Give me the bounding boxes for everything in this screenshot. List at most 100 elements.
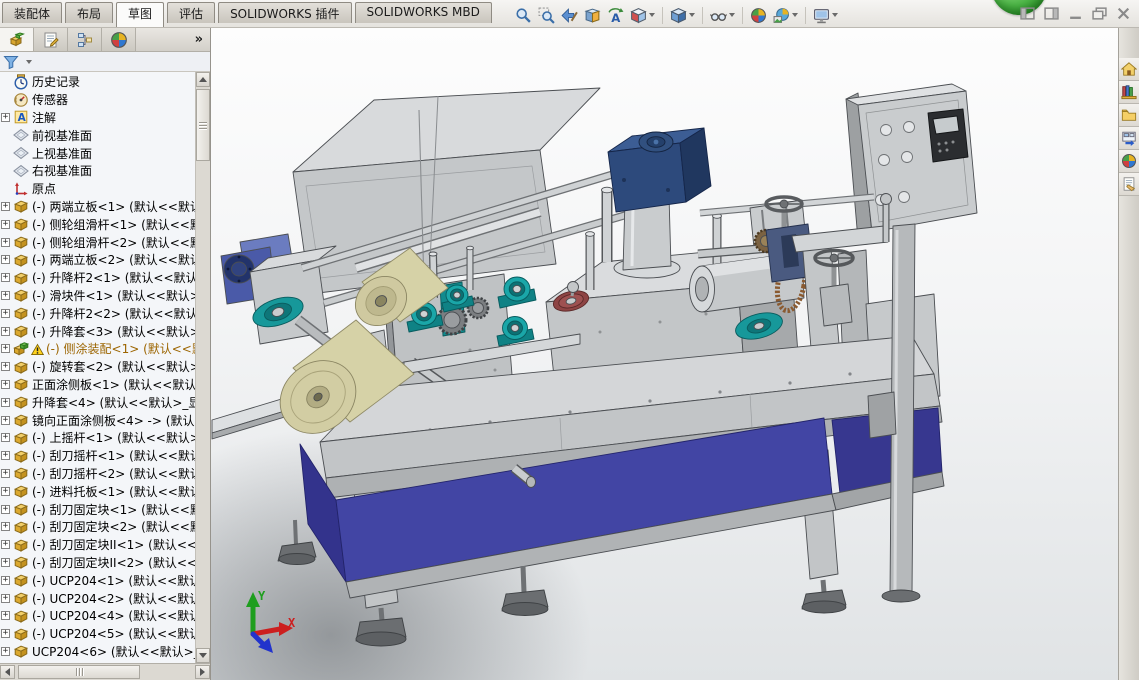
design-library-button[interactable]	[1119, 81, 1139, 104]
scroll-right-button[interactable]	[195, 665, 210, 679]
tree-item-27[interactable]: +(-) 刮刀固定块II<1> (默认<<	[0, 536, 196, 554]
tree-item-18[interactable]: +正面涂侧板<1> (默认<<默认>	[0, 376, 196, 394]
tree-item-13[interactable]: +(-) 滑块件<1> (默认<<默认>_	[0, 287, 196, 305]
restore-button[interactable]	[1092, 7, 1107, 20]
dropdown-caret-icon[interactable]	[729, 13, 735, 17]
display-style-button[interactable]	[667, 5, 698, 26]
scroll-up-button[interactable]	[196, 72, 210, 87]
previous-view-button[interactable]	[558, 5, 581, 26]
tree-item-23[interactable]: +(-) 刮刀摇杆<2> (默认<<默认	[0, 465, 196, 483]
tree-item-33[interactable]: +UCP204<6> (默认<<默认>_显	[0, 643, 196, 661]
expand-toggle[interactable]: +	[1, 629, 10, 638]
tree-horizontal-scrollbar[interactable]	[0, 663, 210, 680]
tree-item-1[interactable]: 历史记录	[0, 73, 196, 91]
appearances-button[interactable]	[1119, 150, 1139, 173]
zoom-fit-button[interactable]	[512, 5, 535, 26]
tree-item-15[interactable]: +(-) 升降套<3> (默认<<默认>_	[0, 322, 196, 340]
configuration-manager-tab[interactable]	[68, 28, 102, 51]
tree-item-17[interactable]: +(-) 旋转套<2> (默认<<默认>_	[0, 358, 196, 376]
command-tab-3[interactable]: 草图	[116, 2, 164, 28]
expand-toggle[interactable]: +	[1, 433, 10, 442]
tree-item-11[interactable]: +(-) 两端立板<2> (默认<<默认	[0, 251, 196, 269]
edit-appearance-button[interactable]	[747, 5, 770, 26]
expand-toggle[interactable]: +	[1, 540, 10, 549]
tree-item-5[interactable]: 上视基准面	[0, 144, 196, 162]
expand-toggle[interactable]: +	[1, 113, 10, 122]
view-settings-button[interactable]	[810, 5, 841, 26]
tree-item-24[interactable]: +(-) 进料托板<1> (默认<<默认	[0, 482, 196, 500]
expand-toggle[interactable]: +	[1, 594, 10, 603]
annotation-view-button[interactable]: A	[604, 5, 627, 26]
graphics-viewport[interactable]: Y X	[211, 28, 1118, 680]
tree-item-10[interactable]: +(-) 侧轮组滑杆<2> (默认<<默	[0, 233, 196, 251]
expand-toggle[interactable]: +	[1, 327, 10, 336]
expand-toggle[interactable]: +	[1, 558, 10, 567]
hide-show-items-button[interactable]	[707, 5, 738, 26]
tree-item-7[interactable]: 原点	[0, 180, 196, 198]
minimize-button[interactable]	[1068, 7, 1083, 20]
custom-properties-button[interactable]	[1119, 173, 1139, 196]
pane-left-button[interactable]	[1020, 7, 1035, 20]
section-view-button[interactable]	[581, 5, 604, 26]
expand-toggle[interactable]: +	[1, 416, 10, 425]
apply-scene-button[interactable]	[770, 5, 801, 26]
expand-toggle[interactable]: +	[1, 380, 10, 389]
expand-toggle[interactable]: +	[1, 220, 10, 229]
expand-toggle[interactable]: +	[1, 451, 10, 460]
tree-item-26[interactable]: +(-) 刮刀固定块<2> (默认<<默	[0, 518, 196, 536]
home-button[interactable]	[1119, 58, 1139, 81]
expand-toggle[interactable]: +	[1, 238, 10, 247]
tree-item-20[interactable]: +镜向正面涂侧板<4> -> (默认<	[0, 411, 196, 429]
view-orientation-button[interactable]	[627, 5, 658, 26]
vertical-scroll-thumb[interactable]	[196, 89, 210, 161]
expand-toggle[interactable]: +	[1, 362, 10, 371]
expand-toggle[interactable]: +	[1, 273, 10, 282]
tree-item-2[interactable]: 传感器	[0, 91, 196, 109]
command-tab-5[interactable]: SOLIDWORKS 插件	[218, 2, 351, 23]
command-tab-2[interactable]: 布局	[65, 2, 113, 23]
command-tab-6[interactable]: SOLIDWORKS MBD	[355, 2, 492, 23]
horizontal-scroll-thumb[interactable]	[18, 665, 140, 679]
filter-icon[interactable]	[3, 54, 19, 70]
expand-toggle[interactable]: +	[1, 291, 10, 300]
expand-toggle[interactable]: +	[1, 469, 10, 478]
dropdown-caret-icon[interactable]	[832, 13, 838, 17]
command-tab-1[interactable]: 装配体	[2, 2, 62, 23]
tree-item-14[interactable]: +(-) 升降杆2<2> (默认<<默认>	[0, 304, 196, 322]
tree-item-16[interactable]: +(-) 侧涂装配<1> (默认<<默认	[0, 340, 196, 358]
tree-vertical-scrollbar[interactable]	[195, 72, 210, 663]
tree-item-32[interactable]: +(-) UCP204<5> (默认<<默认	[0, 625, 196, 643]
dropdown-caret-icon[interactable]	[649, 13, 655, 17]
tree-item-28[interactable]: +(-) 刮刀固定块II<2> (默认<<	[0, 554, 196, 572]
expand-toggle[interactable]: +	[1, 576, 10, 585]
dropdown-caret-icon[interactable]	[792, 13, 798, 17]
scroll-left-button[interactable]	[0, 665, 15, 679]
tree-item-30[interactable]: +(-) UCP204<2> (默认<<默认	[0, 589, 196, 607]
expand-toggle[interactable]: +	[1, 505, 10, 514]
tree-item-22[interactable]: +(-) 刮刀摇杆<1> (默认<<默认	[0, 447, 196, 465]
expand-toggle[interactable]: +	[1, 611, 10, 620]
expand-toggle[interactable]: +	[1, 202, 10, 211]
expand-toggle[interactable]: +	[1, 522, 10, 531]
expand-toggle[interactable]: +	[1, 647, 10, 656]
tree-item-21[interactable]: +(-) 上摇杆<1> (默认<<默认>_	[0, 429, 196, 447]
tree-item-4[interactable]: 前视基准面	[0, 126, 196, 144]
tree-item-8[interactable]: +(-) 两端立板<1> (默认<<默认	[0, 198, 196, 216]
expand-toggle[interactable]: +	[1, 398, 10, 407]
tree-item-25[interactable]: +(-) 刮刀固定块<1> (默认<<默	[0, 500, 196, 518]
scroll-down-button[interactable]	[196, 648, 210, 663]
tree-item-19[interactable]: +升降套<4> (默认<<默认>_显	[0, 393, 196, 411]
display-manager-tab[interactable]	[102, 28, 136, 51]
file-explorer-button[interactable]	[1119, 104, 1139, 127]
tree-item-6[interactable]: 右视基准面	[0, 162, 196, 180]
expand-toggle[interactable]: +	[1, 487, 10, 496]
property-manager-tab[interactable]	[34, 28, 68, 51]
filter-dropdown-caret[interactable]	[26, 60, 32, 64]
expand-toggle[interactable]: +	[1, 344, 10, 353]
close-button[interactable]	[1116, 7, 1131, 20]
expand-toggle[interactable]: +	[1, 309, 10, 318]
zoom-area-button[interactable]	[535, 5, 558, 26]
expand-toggle[interactable]: +	[1, 255, 10, 264]
tree-item-3[interactable]: +A注解	[0, 109, 196, 127]
feature-manager-tab[interactable]	[0, 28, 34, 51]
